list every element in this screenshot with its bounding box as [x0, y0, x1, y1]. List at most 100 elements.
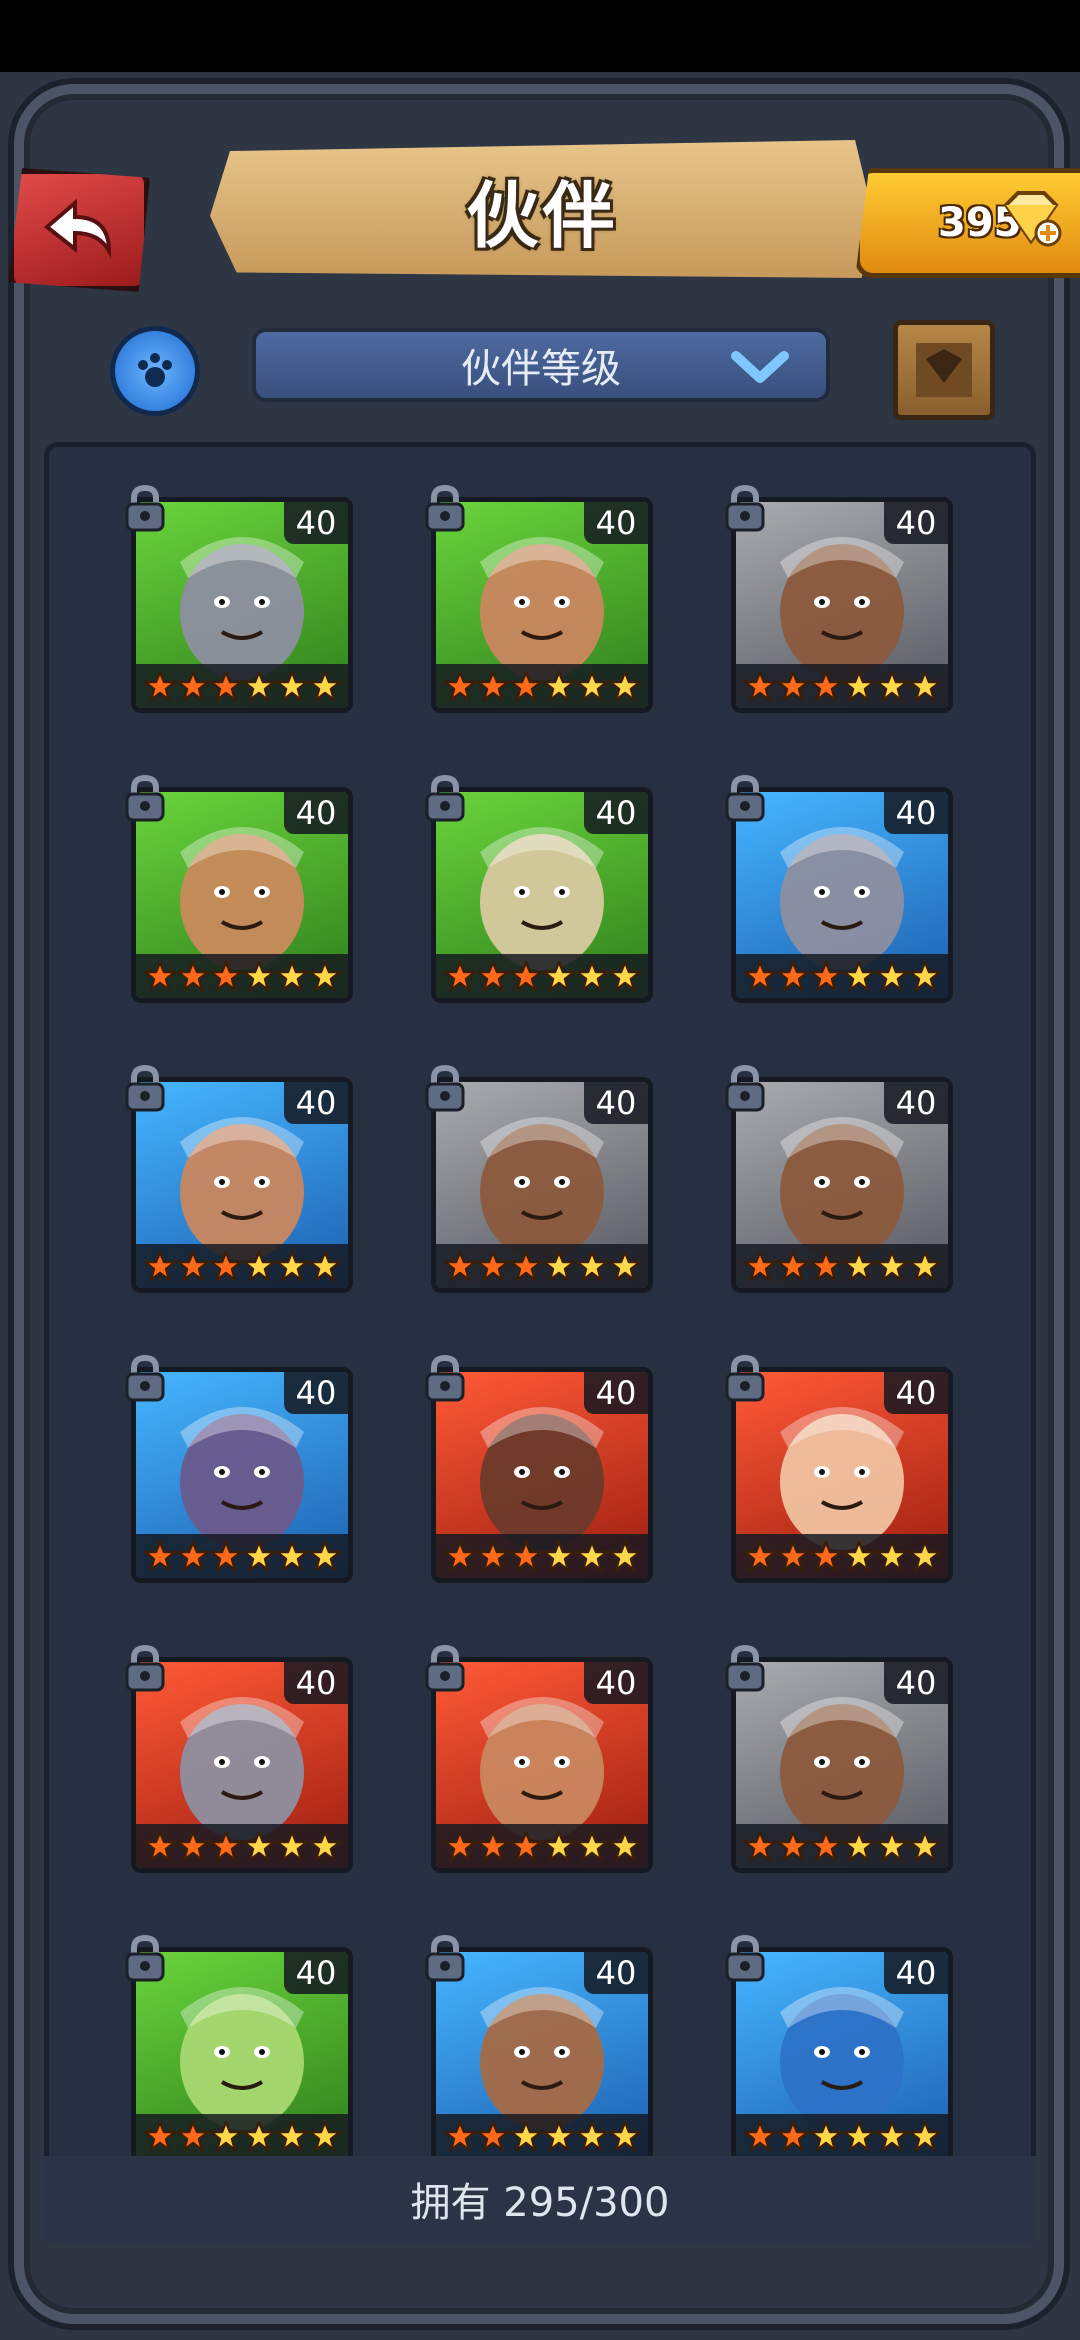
hero-stars — [436, 1824, 648, 1868]
lock-icon[interactable] — [119, 1063, 171, 1115]
lock-icon[interactable] — [419, 1643, 471, 1695]
star-empty-icon — [608, 1830, 641, 1862]
filter-button[interactable] — [110, 326, 200, 416]
star-filled-icon — [176, 1540, 209, 1572]
star-filled-icon — [176, 1830, 209, 1862]
star-empty-icon — [242, 2120, 275, 2152]
lock-icon[interactable] — [119, 773, 171, 825]
star-empty-icon — [308, 960, 341, 992]
back-arrow-icon — [43, 198, 112, 259]
lock-icon[interactable] — [419, 773, 471, 825]
star-empty-icon — [308, 2120, 341, 2152]
hero-level: 40 — [584, 792, 648, 834]
hero-stars — [736, 1824, 948, 1868]
hero-level: 40 — [284, 1082, 348, 1124]
hero-level: 40 — [884, 792, 948, 834]
hero-stars — [136, 1824, 348, 1868]
star-filled-icon — [209, 1540, 242, 1572]
hero-stars — [136, 2114, 348, 2158]
star-filled-icon — [743, 670, 776, 702]
star-empty-icon — [575, 1830, 608, 1862]
lock-icon[interactable] — [719, 773, 771, 825]
title-banner: 伙伴 — [210, 140, 875, 278]
star-filled-icon — [776, 960, 809, 992]
star-filled-icon — [209, 1250, 242, 1282]
star-empty-icon — [575, 1250, 608, 1282]
lock-icon[interactable] — [419, 1353, 471, 1405]
lock-icon[interactable] — [719, 1643, 771, 1695]
star-empty-icon — [275, 1540, 308, 1572]
star-empty-icon — [542, 1250, 575, 1282]
footer-bar: 拥有 295/300 — [44, 2156, 1036, 2242]
hero-level: 40 — [584, 502, 648, 544]
star-filled-icon — [443, 2120, 476, 2152]
star-filled-icon — [143, 2120, 176, 2152]
chevron-down-icon — [731, 351, 789, 383]
hero-level: 40 — [584, 1082, 648, 1124]
star-empty-icon — [608, 960, 641, 992]
star-filled-icon — [743, 960, 776, 992]
star-empty-icon — [908, 1250, 941, 1282]
scroll-map-button[interactable] — [893, 320, 995, 420]
star-filled-icon — [443, 960, 476, 992]
lock-icon[interactable] — [419, 1063, 471, 1115]
star-empty-icon — [842, 1830, 875, 1862]
lock-icon[interactable] — [119, 1643, 171, 1695]
gem-counter[interactable]: 395 — [855, 168, 1080, 278]
star-filled-icon — [476, 1540, 509, 1572]
star-filled-icon — [776, 1830, 809, 1862]
hero-stars — [136, 664, 348, 708]
star-filled-icon — [143, 960, 176, 992]
star-empty-icon — [908, 1830, 941, 1862]
lock-icon[interactable] — [719, 1933, 771, 1985]
hero-level: 40 — [584, 1952, 648, 1994]
star-empty-icon — [542, 2120, 575, 2152]
star-empty-icon — [242, 960, 275, 992]
sort-label: 伙伴等级 — [461, 346, 621, 392]
lock-icon[interactable] — [119, 1933, 171, 1985]
star-filled-icon — [509, 1830, 542, 1862]
star-empty-icon — [875, 1830, 908, 1862]
lock-icon[interactable] — [719, 483, 771, 535]
star-empty-icon — [575, 1540, 608, 1572]
hero-level: 40 — [884, 1662, 948, 1704]
lock-icon[interactable] — [119, 483, 171, 535]
owned-count: 拥有 295/300 — [410, 2180, 670, 2226]
star-filled-icon — [143, 1250, 176, 1282]
star-empty-icon — [275, 670, 308, 702]
star-empty-icon — [842, 2120, 875, 2152]
star-filled-icon — [743, 2120, 776, 2152]
star-filled-icon — [776, 670, 809, 702]
star-filled-icon — [476, 960, 509, 992]
star-empty-icon — [242, 670, 275, 702]
hero-stars — [136, 954, 348, 998]
lock-icon[interactable] — [419, 1933, 471, 1985]
star-filled-icon — [509, 1250, 542, 1282]
star-empty-icon — [842, 960, 875, 992]
hero-stars — [436, 664, 648, 708]
lock-icon[interactable] — [719, 1063, 771, 1115]
star-empty-icon — [242, 1250, 275, 1282]
star-filled-icon — [509, 670, 542, 702]
hero-stars — [736, 664, 948, 708]
hero-stars — [736, 1244, 948, 1288]
star-empty-icon — [542, 960, 575, 992]
lock-icon[interactable] — [419, 483, 471, 535]
star-empty-icon — [608, 1250, 641, 1282]
star-empty-icon — [308, 1830, 341, 1862]
hero-stars — [436, 1534, 648, 1578]
back-button[interactable] — [8, 168, 150, 292]
star-filled-icon — [176, 2120, 209, 2152]
lock-icon[interactable] — [719, 1353, 771, 1405]
star-empty-icon — [908, 670, 941, 702]
star-empty-icon — [608, 2120, 641, 2152]
hero-level: 40 — [884, 1372, 948, 1414]
star-empty-icon — [275, 2120, 308, 2152]
star-empty-icon — [509, 2120, 542, 2152]
star-empty-icon — [542, 1540, 575, 1572]
hero-grid: 40 40 40 40 40 40 40 40 40 40 40 40 40 40 40 40 40 40 — [49, 447, 1031, 2237]
hero-stars — [136, 1534, 348, 1578]
lock-icon[interactable] — [119, 1353, 171, 1405]
sort-dropdown[interactable]: 伙伴等级 — [252, 328, 830, 402]
star-empty-icon — [875, 1540, 908, 1572]
